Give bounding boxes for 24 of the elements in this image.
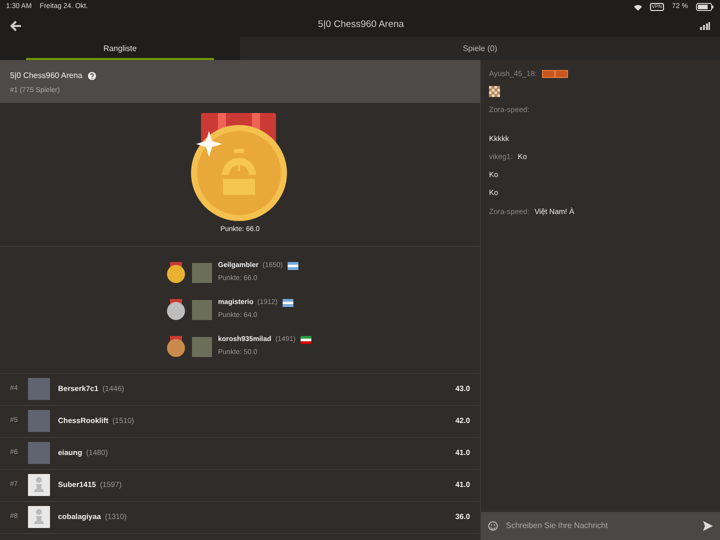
tab[interactable]: Rangliste: [0, 37, 240, 60]
battery-icon: [696, 3, 714, 11]
smiley-icon[interactable]: [488, 521, 498, 531]
avatar-photo-placeholder: [28, 410, 50, 432]
back-arrow-icon[interactable]: [10, 20, 22, 32]
avatar-photo-placeholder: [192, 300, 212, 320]
signal-icon: [700, 22, 710, 30]
tab[interactable]: Spiele (0): [240, 37, 720, 60]
avatar-photo-placeholder: [192, 262, 212, 282]
chat-input-field[interactable]: Schreiben Sie Ihre Nachricht: [506, 520, 695, 532]
send-icon[interactable]: [703, 521, 713, 531]
tournament-name: 5|0 Chess960 Arena: [10, 70, 82, 82]
header-title: 5|0 Chess960 Arena: [317, 18, 405, 32]
flag-icon: [282, 298, 294, 307]
chessboard-icon: [489, 86, 500, 98]
wifi-icon: [634, 4, 642, 10]
chess960-badges-icon: [542, 70, 568, 78]
avatar-photo-placeholder: [28, 442, 50, 464]
chat-input-field[interactable]: Schreiben Sie Ihre Nachricht: [481, 512, 720, 540]
avatar-photo-placeholder: [28, 378, 50, 400]
flag-icon: [286, 262, 299, 270]
flag-icon: [300, 336, 312, 344]
avatar-photo-placeholder: [192, 336, 212, 356]
help-icon[interactable]: [88, 72, 96, 80]
